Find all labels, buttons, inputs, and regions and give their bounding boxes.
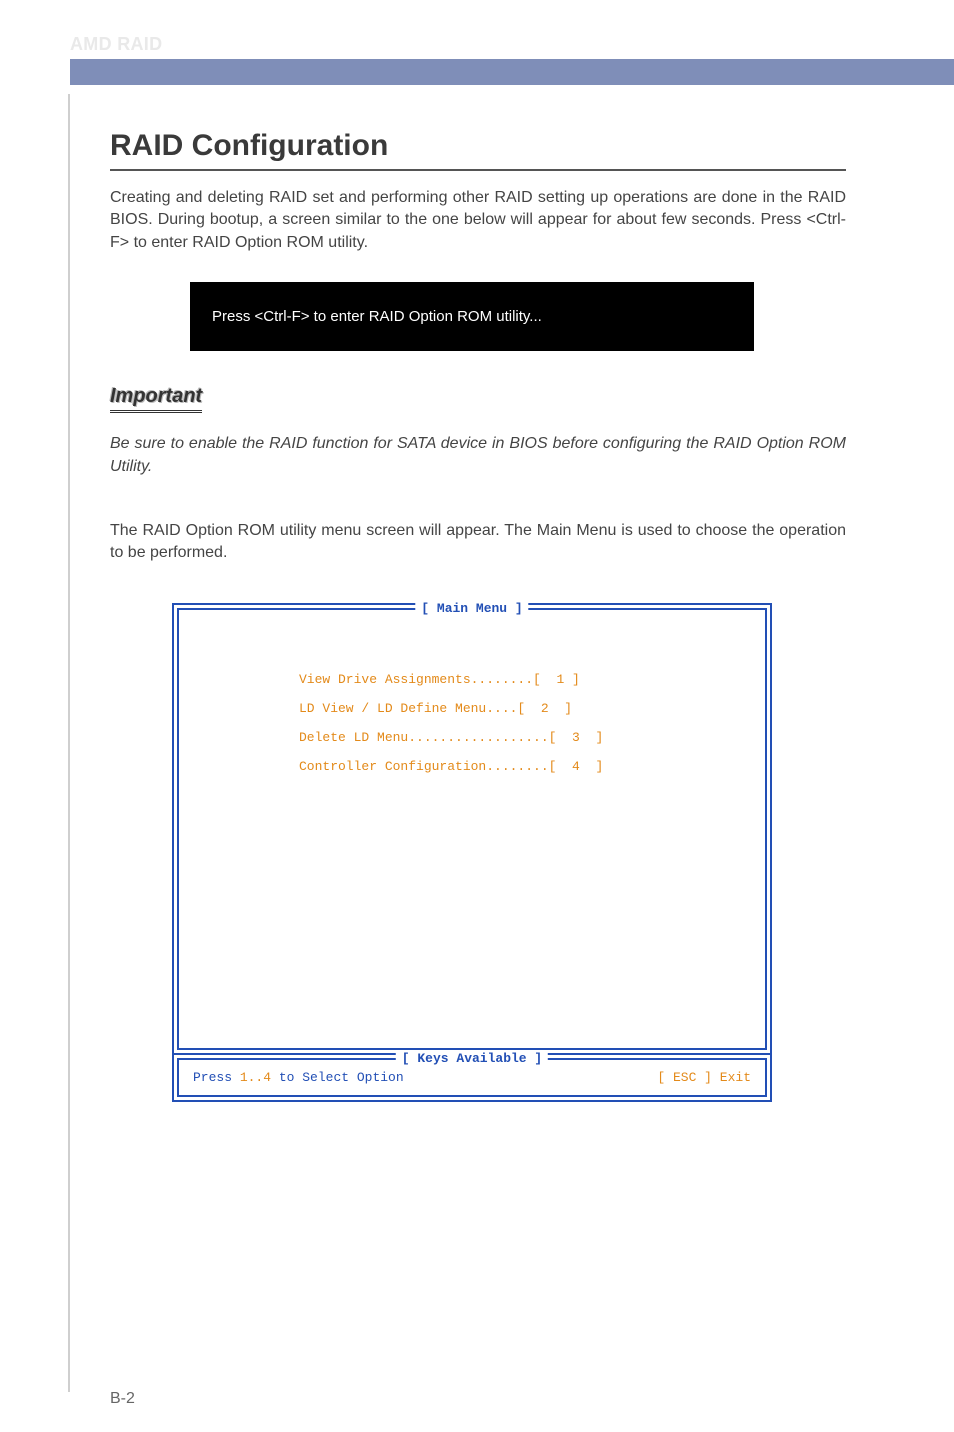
figure-caption: The RAID Option ROM utility menu screen … <box>110 520 846 565</box>
keys-left-range: 1..4 <box>240 1070 271 1085</box>
header-title: AMD RAID <box>70 34 954 55</box>
section-rule <box>110 169 846 171</box>
keys-left-suffix: to Select Option <box>271 1070 404 1085</box>
keys-left-prefix: Press <box>193 1070 240 1085</box>
left-vertical-rule <box>68 94 70 1392</box>
boot-prompt-box: Press <Ctrl-F> to enter RAID Option ROM … <box>190 282 754 351</box>
bios-menu-item-4[interactable]: Controller Configuration........[ 4 ] <box>299 759 765 774</box>
page-number: B-2 <box>110 1390 135 1408</box>
bios-keys-title: [ Keys Available ] <box>396 1051 548 1066</box>
intro-paragraph: Creating and deleting RAID set and perfo… <box>110 187 846 254</box>
important-label: Important <box>110 385 202 413</box>
section-title: RAID Configuration <box>110 129 834 163</box>
header-bar <box>70 59 954 85</box>
bios-esc-hint[interactable]: [ ESC ] Exit <box>657 1070 751 1085</box>
bios-menu-item-1[interactable]: View Drive Assignments........[ 1 ] <box>299 672 765 687</box>
bios-menu-item-3[interactable]: Delete LD Menu..................[ 3 ] <box>299 730 765 745</box>
bios-main-title: [ Main Menu ] <box>415 601 528 616</box>
bios-menu-item-2[interactable]: LD View / LD Define Menu....[ 2 ] <box>299 701 765 716</box>
bios-keys-hint: Press 1..4 to Select Option <box>193 1070 404 1085</box>
important-text: Be sure to enable the RAID function for … <box>110 433 846 478</box>
bios-screenshot: [ Main Menu ] View Drive Assignments....… <box>172 603 772 1102</box>
